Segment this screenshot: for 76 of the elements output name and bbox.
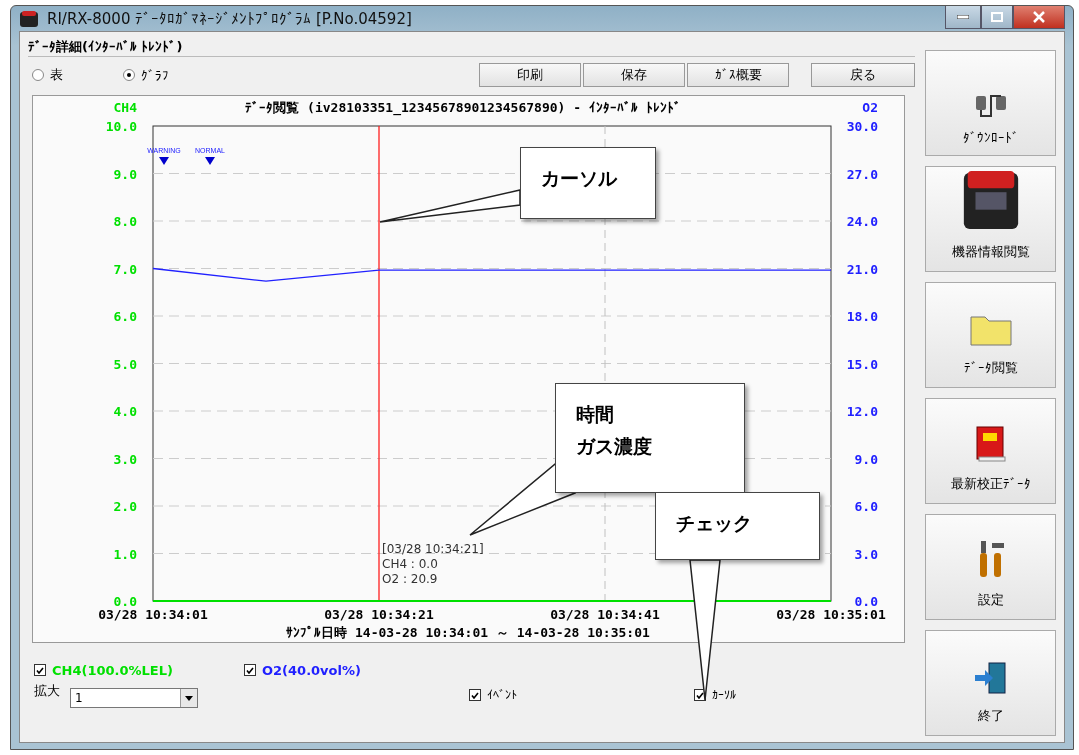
axis-tick-label: 5.0 [113,356,137,372]
event-marker-icon [205,157,215,165]
axis-tick-label: 2.0 [113,499,137,514]
callout-text: カーソル [541,166,618,191]
maximize-button[interactable] [981,6,1013,29]
callout-text: チェック [676,511,753,536]
axis-tick-label: 03/28 10:34:41 [550,607,660,622]
folder-icon [968,313,1013,347]
cable-icon [973,92,1008,118]
radio-label: ｸﾞﾗﾌ [141,67,169,83]
book-icon [974,425,1007,463]
axis-tick-label: 21.0 [846,261,878,277]
option-label: ｲﾍﾞﾝﾄ [487,688,517,702]
option-label: ｶｰｿﾙ [712,688,736,702]
minimize-icon [957,15,969,19]
chart-title: ﾃﾞｰﾀ閲覧 (iv28103351_12345678901234567890) - ｲﾝﾀｰﾊﾞﾙ ﾄﾚﾝﾄﾞ [245,100,681,115]
window-title: RI/RX-8000 ﾃﾞｰﾀﾛｶﾞﾏﾈｰｼﾞﾒﾝﾄﾌﾟﾛｸﾞﾗﾑ [P.No.04592] [47,9,412,28]
toolbar-button[interactable]: 戻る [811,63,915,87]
device-icon [19,9,39,28]
axis-tick-label: 3.0 [854,546,878,562]
axis-tick-label: 18.0 [846,309,878,324]
cursor-readout: CH4 : 0.0 [382,557,438,571]
axis-tick-label: 03/28 10:34:01 [98,607,208,622]
axis-tick-label: 24.0 [846,214,878,229]
close-icon [1033,11,1045,23]
dropdown-arrow-icon [185,695,193,701]
toolbar-button[interactable]: 印刷 [479,63,581,87]
zoom-select[interactable]: 1 [70,688,198,708]
axis-tick-label: 30.0 [846,119,878,134]
group-title: ﾃﾞｰﾀ詳細(ｲﾝﾀｰﾊﾞﾙ ﾄﾚﾝﾄﾞ) [28,38,183,56]
axis-tick-label: 0.0 [854,594,878,609]
axis-tick-label: 8.0 [113,214,137,229]
callout-text: 時間 [576,402,615,427]
view-radio[interactable]: ｸﾞﾗﾌ [123,67,169,83]
axis-tick-label: 4.0 [113,404,137,419]
axis-tick-label: 6.0 [113,309,137,324]
dropdown-button[interactable] [180,689,197,707]
zoom-label: 拡大 [34,682,60,700]
axis-tick-label: 9.0 [854,451,878,467]
axis-tick-label: 12.0 [846,404,878,419]
axis-title: ｻﾝﾌﾟﾙ日時 14-03-28 10:34:01 ～ 14-03-28 10:35:01 [286,625,650,640]
toolbar-button[interactable]: 保存 [583,63,685,87]
axis-tick-label: 03/28 10:34:21 [324,607,434,622]
close-button[interactable] [1013,6,1065,29]
option-checkbox[interactable]: ｲﾍﾞﾝﾄ [469,688,694,702]
sidebar-button[interactable]: 終了 [925,630,1056,736]
toolbar-button[interactable]: ｶﾞｽ概要 [687,63,789,87]
axis-tick-label: 1.0 [113,546,137,562]
axis-tick-label: 3.0 [113,451,137,467]
sidebar-button[interactable]: 設定 [925,514,1056,620]
cursor-readout: O2 : 20.9 [382,572,438,586]
series-label: CH4(100.0%LEL) [52,662,173,678]
callout-text: ガス濃度 [576,434,653,460]
series-label: O2(40.0vol%) [262,662,361,678]
exit-door-icon [972,661,1009,695]
axis-tick-label: 10.0 [105,119,137,134]
axis-tick-label: 27.0 [846,166,878,182]
sidebar-button[interactable]: ﾃﾞｰﾀ閲覧 [925,282,1056,388]
axis-tick-label: 03/28 10:35:01 [776,607,886,622]
axis-tick-label: 9.0 [113,166,137,182]
axis-title: O2 [862,100,878,115]
view-radio[interactable]: 表 [32,66,63,84]
axis-tick-label: 7.0 [113,261,137,277]
axis-tick-label: 6.0 [854,499,878,514]
sidebar-button[interactable]: ﾀﾞｳﾝﾛｰﾄﾞ [925,50,1056,156]
axis-title: CH4 [113,100,137,115]
event-marker-icon [159,157,169,165]
sidebar-button[interactable]: 機器情報閲覧 [925,166,1056,272]
maximize-icon [991,12,1003,22]
sidebar-button[interactable]: 最新校正ﾃﾞｰﾀ [925,398,1056,504]
cursor-readout: [03/28 10:34:21] [382,542,484,556]
axis-tick-label: 15.0 [846,356,878,372]
radio-label: 表 [50,66,63,84]
minimize-button[interactable] [945,6,981,29]
series-checkbox[interactable]: O2(40.0vol%) [244,662,469,678]
axis-tick-label: 0.0 [113,594,137,609]
